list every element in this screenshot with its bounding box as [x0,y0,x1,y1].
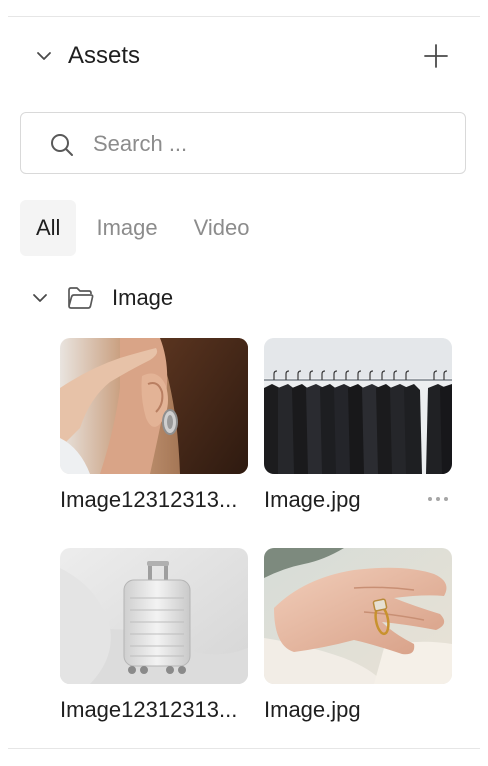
asset-name: Image.jpg [264,697,361,722]
tab-all[interactable]: All [20,200,77,256]
folder-icon [66,285,94,311]
ring-hand-photo-thumbnail[interactable] [264,548,452,684]
dot [444,497,448,501]
tab-image[interactable]: Image [80,200,173,256]
folder-chevron-icon[interactable] [30,288,50,308]
filter-tabs: All Image Video [20,200,265,256]
asset-card[interactable]: Image.jpg [264,548,452,724]
suitcase-photo-thumbnail[interactable] [60,548,248,684]
asset-name: Image12312313... [60,487,238,512]
top-divider [8,16,480,17]
search-icon [49,132,75,158]
folder-row[interactable]: Image [0,280,488,316]
more-options-button[interactable] [424,490,452,508]
bottom-divider [8,748,480,749]
clothes-rack-photo-thumbnail[interactable] [264,338,452,474]
dot [436,497,440,501]
earring-photo-thumbnail[interactable] [60,338,248,474]
collapse-chevron-icon[interactable] [34,46,54,66]
panel-title: Assets [68,42,141,69]
assets-panel: Assets All Image Video Image [0,0,488,766]
search-box[interactable] [20,112,466,174]
plus-icon [424,44,448,68]
search-input[interactable] [91,127,435,161]
dot [428,497,432,501]
tab-video[interactable]: Video [178,200,266,256]
assets-header: Assets [0,32,488,80]
add-asset-button[interactable] [420,40,452,72]
asset-name: Image12312313... [60,697,238,722]
asset-card[interactable]: Image.jpg [264,338,452,514]
asset-card[interactable]: Image12312313... [60,548,248,724]
asset-card[interactable]: Image12312313... [60,338,248,514]
folder-label: Image [112,285,174,310]
